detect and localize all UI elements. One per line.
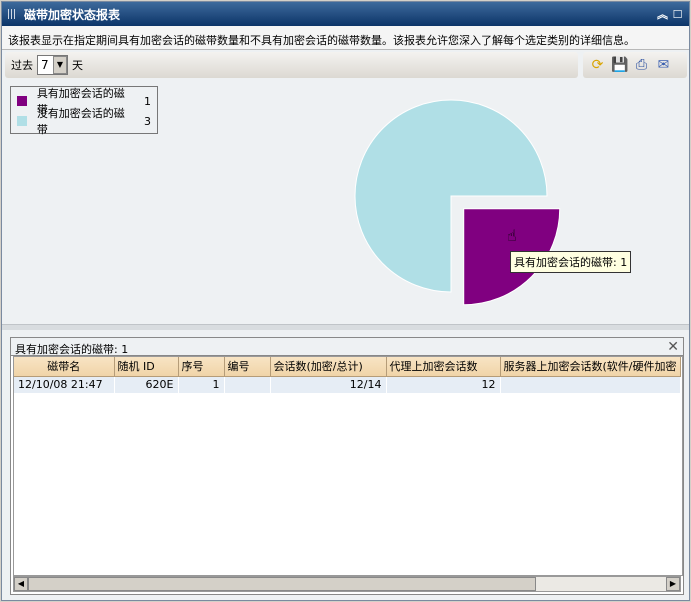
scroll-right-icon[interactable]: ▶ <box>666 577 680 591</box>
dropdown-arrow-icon[interactable]: ▼ <box>53 56 67 74</box>
period-prefix: 过去 <box>11 59 33 72</box>
pie-chart <box>354 99 561 306</box>
column-header[interactable]: 会话数(加密/总计) <box>270 357 387 377</box>
print-icon[interactable]: ⎙ <box>633 57 650 74</box>
period-suffix: 天 <box>72 59 83 72</box>
report-window: 磁带加密状态报表 ︽ ☐ 该报表显示在指定期间具有加密会话的磁带数量和不具有加密… <box>1 1 690 601</box>
table-cell: 12/14 <box>270 376 387 393</box>
table-cell: 1 <box>178 376 225 393</box>
close-icon[interactable]: ✕ <box>667 340 679 354</box>
table-cell <box>224 376 271 393</box>
title-bar: 磁带加密状态报表 ︽ ☐ <box>2 2 689 26</box>
horizontal-scrollbar[interactable]: ◀ ▶ <box>13 576 681 592</box>
detail-title: 具有加密会话的磁带: 1 <box>15 343 129 356</box>
splitter[interactable] <box>2 324 689 330</box>
window-title: 磁带加密状态报表 <box>24 7 121 22</box>
scroll-thumb[interactable] <box>28 577 536 591</box>
column-header[interactable]: 服务器上加密会话数(软件/硬件加密 <box>500 357 681 377</box>
days-select[interactable]: 7 ▼ <box>37 55 68 75</box>
report-description: 该报表显示在指定期间具有加密会话的磁带数量和不具有加密会话的磁带数量。该报表允许… <box>2 26 689 50</box>
table-cell: 620E <box>114 376 179 393</box>
column-header[interactable]: 序号 <box>178 357 225 377</box>
action-toolbar: ⟳ 💾 ⎙ ✉ <box>583 52 687 78</box>
maximize-icon[interactable]: ☐ <box>672 9 683 20</box>
detail-table: 磁带名 随机 ID 序号 编号 会话数(加密/总计) 代理上加密会话数 服务器上加密会话数(… <box>13 356 683 576</box>
period-toolbar: 过去 7 ▼ 天 <box>5 52 578 78</box>
days-value: 7 <box>41 58 49 72</box>
column-header[interactable]: 磁带名 <box>14 357 115 377</box>
detail-panel: 具有加密会话的磁带: 1 ✕ 磁带名 随机 ID 序号 编号 会话数(加密/总计) 代理上加… <box>10 337 684 595</box>
grip-icon <box>8 9 16 19</box>
table-row[interactable]: 12/10/08 21:47 620E 1 12/14 12 <box>14 376 681 393</box>
email-icon[interactable]: ✉ <box>655 57 672 74</box>
hand-cursor-icon: ☝ <box>507 226 517 245</box>
table-cell: 12/10/08 21:47 <box>14 376 115 393</box>
table-cell: 12 <box>386 376 501 393</box>
save-icon[interactable]: 💾 <box>611 57 628 74</box>
column-header[interactable]: 随机 ID <box>114 357 179 377</box>
refresh-icon[interactable]: ⟳ <box>589 57 606 74</box>
column-header[interactable]: 编号 <box>224 357 271 377</box>
chart-tooltip: 具有加密会话的磁带: 1 <box>510 251 632 273</box>
scroll-left-icon[interactable]: ◀ <box>14 577 28 591</box>
table-cell <box>500 376 681 393</box>
column-header[interactable]: 代理上加密会话数 <box>386 357 501 377</box>
collapse-icon[interactable]: ︽ <box>657 9 668 20</box>
